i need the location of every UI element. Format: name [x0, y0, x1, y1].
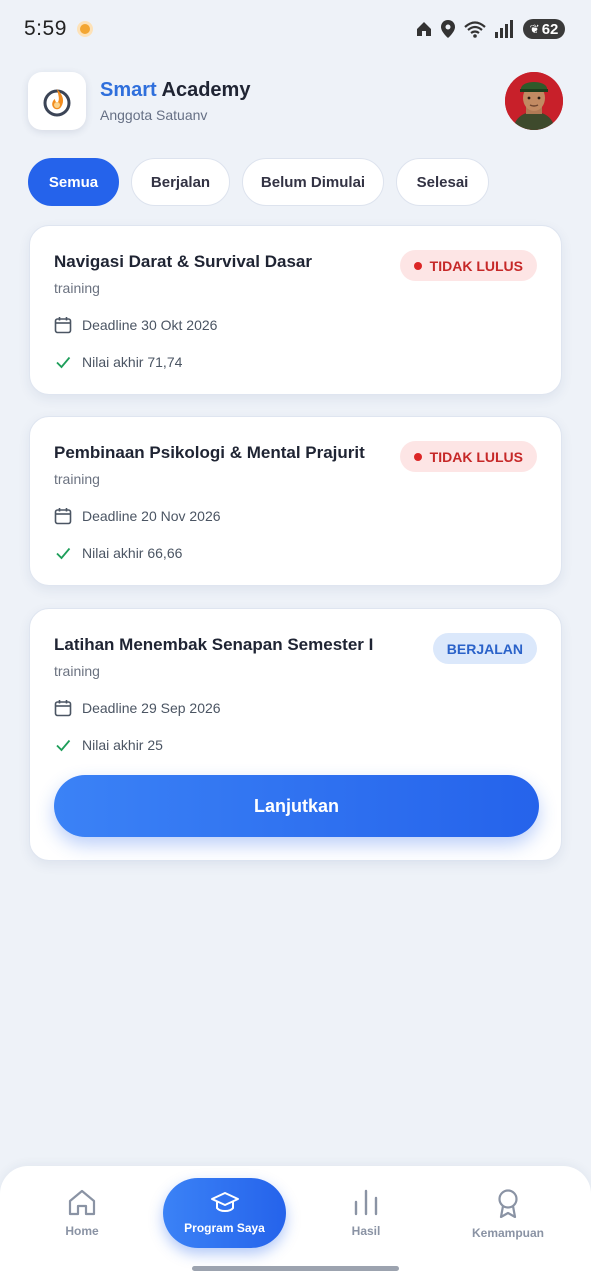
deadline-row: Deadline 20 Nov 2026 — [54, 507, 221, 525]
score-text: Nilai akhir 25 — [82, 737, 163, 753]
check-icon — [56, 356, 71, 369]
nav-home-label: Home — [65, 1224, 99, 1238]
nav-hasil[interactable]: Hasil — [306, 1188, 426, 1238]
home-status-icon — [417, 22, 431, 36]
check-icon — [56, 547, 71, 560]
nav-kemampuan-label: Kemampuan — [471, 1226, 545, 1240]
home-icon — [68, 1189, 96, 1216]
course-type: training — [54, 471, 100, 487]
continue-button[interactable]: Lanjutkan — [54, 775, 539, 837]
deadline-row: Deadline 30 Okt 2026 — [54, 316, 217, 334]
soldier-avatar-image — [505, 72, 563, 130]
nav-home[interactable]: Home — [22, 1188, 142, 1238]
signal-icon — [495, 20, 513, 38]
score-text: Nilai akhir 71,74 — [82, 354, 183, 370]
status-dot-icon — [413, 261, 422, 270]
deadline-text: Deadline 20 Nov 2026 — [82, 508, 221, 524]
score-row: Nilai akhir 71,74 — [54, 353, 182, 371]
tab-semua[interactable]: Semua — [28, 158, 119, 206]
calendar-icon — [54, 508, 72, 525]
app-title-rest: Academy — [156, 79, 251, 101]
tab-selesai[interactable]: Selesai — [396, 158, 489, 206]
app-title-accent: Smart — [100, 79, 157, 101]
status-badge: TIDAK LULUS — [399, 250, 537, 281]
status-bar: 5:59 ❦ 62 — [0, 0, 591, 58]
status-badge: TIDAK LULUS — [399, 441, 537, 472]
app-title: Smart Academy — [100, 79, 505, 102]
app-logo — [28, 72, 86, 130]
location-icon — [441, 20, 455, 38]
course-card[interactable]: Pembinaan Psikologi & Mental Prajurit TI… — [29, 416, 562, 586]
flame-logo-icon — [43, 89, 71, 117]
course-card[interactable]: Latihan Menembak Senapan Semester I BERJ… — [29, 608, 562, 861]
status-badge: BERJALAN — [432, 633, 537, 664]
nav-program-saya[interactable]: Program Saya — [163, 1178, 286, 1248]
profile-avatar[interactable] — [505, 72, 563, 130]
app-header: Smart Academy Anggota Satuanv — [28, 70, 563, 132]
deadline-text: Deadline 30 Okt 2026 — [82, 317, 218, 333]
bar-chart-icon — [354, 1189, 378, 1216]
tab-belum-dimulai[interactable]: Belum Dimulai — [242, 158, 384, 206]
graduation-cap-icon — [210, 1192, 239, 1212]
course-type: training — [54, 280, 100, 296]
battery-leaf-icon: ❦ — [529, 22, 540, 36]
notification-app-icon — [76, 21, 93, 37]
award-ribbon-icon — [498, 1189, 518, 1218]
deadline-row: Deadline 29 Sep 2026 — [54, 699, 221, 717]
bottom-navigation: Home Program Saya Hasil Kemampuan — [0, 1166, 591, 1280]
home-indicator[interactable] — [192, 1266, 399, 1271]
nav-hasil-label: Hasil — [351, 1224, 381, 1238]
course-title: Navigasi Darat & Survival Dasar — [54, 252, 312, 271]
course-type: training — [54, 663, 100, 679]
status-badge-label: TIDAK LULUS — [429, 257, 523, 274]
course-title: Pembinaan Psikologi & Mental Prajurit — [54, 443, 365, 462]
course-card[interactable]: Navigasi Darat & Survival Dasar TIDAK LU… — [29, 225, 562, 395]
score-text: Nilai akhir 66,66 — [82, 545, 183, 561]
battery-indicator: ❦ 62 — [523, 19, 565, 39]
deadline-text: Deadline 29 Sep 2026 — [82, 700, 221, 716]
course-title: Latihan Menembak Senapan Semester I — [54, 635, 374, 654]
status-time: 5:59 — [24, 17, 67, 40]
calendar-icon — [54, 700, 72, 717]
status-badge-label: TIDAK LULUS — [429, 448, 523, 465]
status-badge-label: BERJALAN — [446, 640, 523, 657]
check-icon — [56, 739, 71, 752]
calendar-icon — [54, 317, 72, 334]
filter-tabs: Semua Berjalan Belum Dimulai Selesai — [28, 158, 489, 206]
nav-program-label: Program Saya — [184, 1221, 265, 1235]
wifi-icon — [464, 21, 486, 38]
score-row: Nilai akhir 66,66 — [54, 544, 182, 562]
tab-berjalan[interactable]: Berjalan — [131, 158, 230, 206]
status-dot-icon — [413, 452, 422, 461]
user-role: Anggota Satuanv — [100, 107, 208, 123]
battery-level: 62 — [541, 20, 559, 38]
score-row: Nilai akhir 25 — [54, 736, 163, 754]
nav-kemampuan[interactable]: Kemampuan — [448, 1188, 568, 1240]
